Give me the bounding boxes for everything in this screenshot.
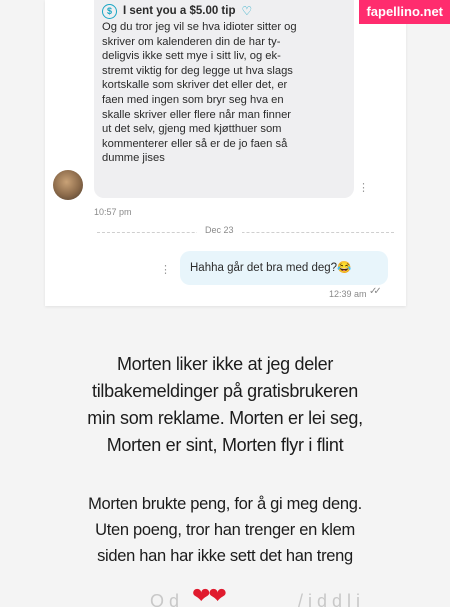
more-vertical-icon[interactable]: ⋮ bbox=[358, 183, 369, 194]
story-caption-2: Morten brukte peng, for å gi meg deng. U… bbox=[88, 495, 362, 565]
message-line: dumme jises bbox=[102, 152, 165, 165]
message-line: ut det selv, gjeng med kjøtthuer som bbox=[102, 123, 282, 136]
chat-card: $ I sent you a $5.00 tip ♡ Og du tror je… bbox=[45, 0, 406, 306]
bottom-cut-off-row: O d ❤❤ / i d d l i bbox=[0, 585, 450, 607]
incoming-timestamp: 10:57 pm bbox=[94, 207, 132, 217]
outgoing-message-text: Hahha går det bra med deg?😂 bbox=[190, 262, 352, 274]
message-line: skalle skriver eller flere når man finne… bbox=[102, 108, 292, 121]
message-line: kommenterer eller så er de jo faen så bbox=[102, 137, 288, 150]
incoming-message-bubble[interactable]: $ I sent you a $5.00 tip ♡ Og du tror je… bbox=[94, 0, 354, 198]
dollar-circle-icon: $ bbox=[102, 4, 117, 19]
outgoing-message-bubble[interactable]: Hahha går det bra med deg?😂 bbox=[180, 251, 388, 285]
message-line: deligvis ikke sett mye i sitt liv, og ek… bbox=[102, 50, 281, 63]
tip-label: I sent you a $5.00 tip bbox=[123, 5, 236, 18]
message-line: faen med ingen som bryr seg hva en bbox=[102, 93, 284, 106]
outgoing-timestamp: 12:39 am bbox=[329, 289, 367, 299]
red-hearts-emoji: ❤❤ bbox=[192, 585, 227, 607]
message-line: Og du tror jeg vil se hva idioter sitter… bbox=[102, 21, 297, 33]
double-check-icon: ✓✓ bbox=[369, 286, 382, 297]
sender-avatar[interactable] bbox=[53, 170, 83, 200]
heart-outline-icon: ♡ bbox=[241, 4, 253, 19]
message-text: Og du tror jeg vil se hva idioter sitter… bbox=[102, 20, 346, 166]
tip-line: $ I sent you a $5.00 tip ♡ bbox=[102, 4, 346, 19]
more-vertical-icon[interactable]: ⋮ bbox=[160, 265, 171, 276]
faded-text-left: O d bbox=[150, 591, 180, 607]
message-line: stremt viktig for deg legge ut hva slags bbox=[102, 64, 293, 77]
date-divider-line bbox=[97, 232, 394, 233]
date-divider-label: Dec 23 bbox=[197, 225, 242, 235]
story-caption-1: Morten liker ikke at jeg deler tilbakeme… bbox=[87, 354, 363, 455]
message-line: skriver om kalenderen din de har ty- bbox=[102, 35, 281, 48]
faded-text-right: / i d d l i bbox=[298, 591, 361, 607]
message-line: kortskalle som skriver det eller det, er bbox=[102, 79, 288, 92]
watermark: fapellino.net bbox=[359, 0, 450, 24]
